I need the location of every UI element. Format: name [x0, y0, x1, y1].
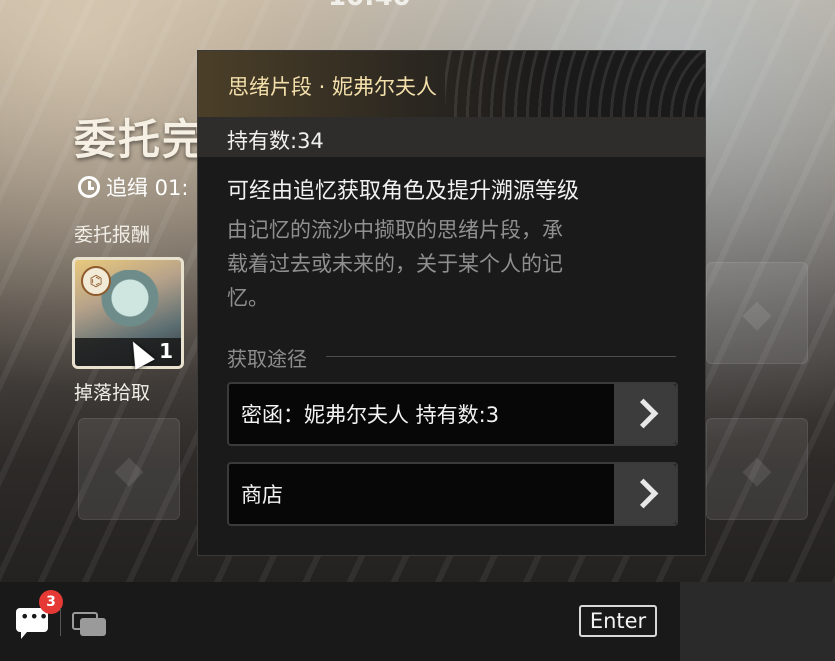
source-row-label: 商店 [241, 483, 283, 507]
source-go-button[interactable] [614, 384, 676, 444]
item-lore-line: 载着过去或未来的，关于某个人的记 [227, 252, 563, 276]
item-description: 可经由追忆获取角色及提升溯源等级 [227, 179, 580, 204]
source-row-shop[interactable]: 商店 [227, 462, 678, 526]
item-lore: 由记忆的流沙中撷取的思绪片段，承 载着过去或未来的，关于某个人的记 忆。 [227, 213, 667, 315]
empty-slot [706, 262, 808, 364]
emblem-icon: ⌬ [81, 266, 111, 296]
popup-title: 思绪片段 · 妮弗尔夫人 [228, 75, 438, 99]
empty-slot [706, 418, 808, 520]
item-lore-line: 忆。 [227, 286, 269, 310]
track-timer: 追缉 01: [78, 172, 188, 202]
source-section-label: 获取途径 [227, 347, 307, 371]
chevron-right-icon [628, 478, 659, 509]
empty-slot [78, 418, 180, 520]
messages-icon[interactable] [72, 612, 106, 636]
divider [60, 608, 61, 636]
source-go-button[interactable] [614, 464, 676, 524]
hold-count: 持有数:34 [227, 129, 324, 153]
item-detail-popup: 思绪片段 · 妮弗尔夫人 持有数:34 可经由追忆获取角色及提升溯源等级 由记忆… [197, 50, 706, 556]
source-section-divider [326, 356, 676, 357]
commission-title: 委托完 [74, 115, 207, 164]
source-row-letter[interactable]: 密函：妮弗尔夫人 持有数:3 [227, 382, 678, 446]
bottom-bar-right-panel [680, 582, 835, 661]
source-row-label: 密函：妮弗尔夫人 持有数:3 [241, 403, 500, 427]
item-lore-line: 由记忆的流沙中撷取的思绪片段，承 [227, 218, 563, 242]
chevron-right-icon [628, 398, 659, 429]
reward-section-label: 委托报酬 [74, 224, 151, 246]
drop-section-label: 掉落拾取 [74, 382, 151, 404]
messages-icon-front [80, 618, 106, 636]
enter-key-prompt[interactable]: Enter [579, 605, 657, 637]
track-timer-text: 追缉 01: [106, 176, 189, 200]
top-status-text: 10:40 [328, 0, 411, 12]
popup-header-decoration [445, 51, 705, 117]
reward-count: 1 [159, 339, 173, 363]
clock-icon [78, 176, 100, 198]
